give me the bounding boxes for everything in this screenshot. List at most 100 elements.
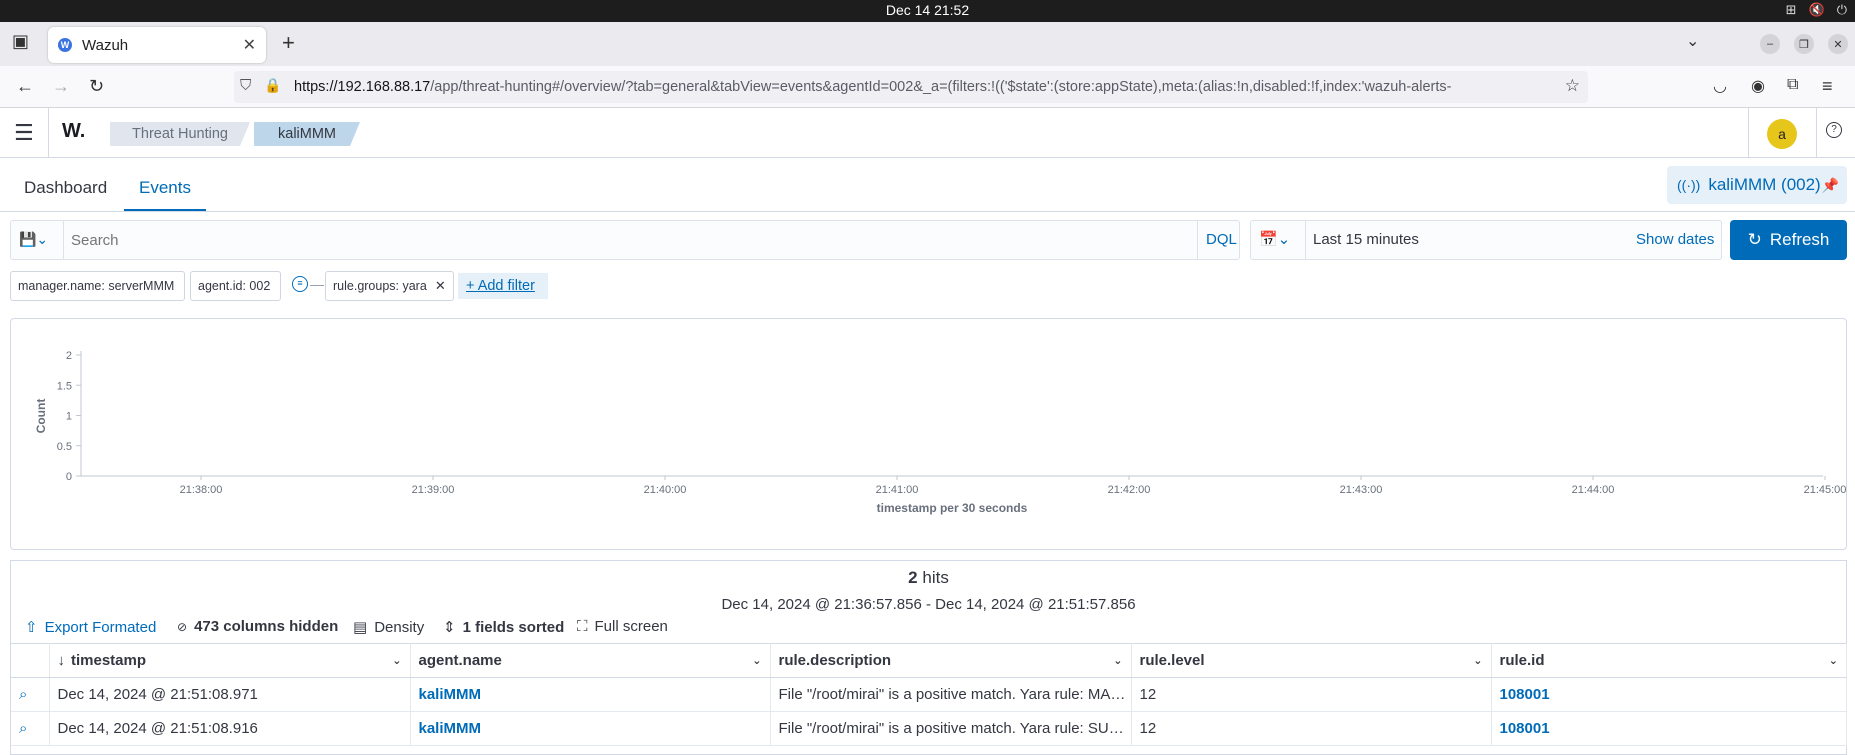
table-header-row: ↓ timestamp ⌄ agent.name ⌄ rule.descripti… xyxy=(11,643,1847,678)
chevron-down-icon[interactable]: ⌄ xyxy=(392,654,401,667)
refresh-label: Refresh xyxy=(1769,230,1830,249)
wazuh-logo[interactable]: W. xyxy=(62,120,85,143)
column-header-label: rule.description xyxy=(778,652,892,669)
cell-timestamp: Dec 14, 2024 @ 21:51:08.916 xyxy=(49,711,411,746)
system-tray[interactable]: ⊞ 🔇 ⏻ xyxy=(1786,2,1847,18)
volume-icon[interactable]: 🔇 xyxy=(1809,2,1825,18)
bookmark-star-icon[interactable]: ☆ xyxy=(1565,76,1580,96)
column-header-rule-description[interactable]: rule.description ⌄ xyxy=(770,643,1132,678)
filter-pill-rule-groups[interactable]: rule.groups: yara ✕ xyxy=(325,271,454,301)
calendar-icon[interactable]: 📅⌄ xyxy=(1259,230,1290,248)
tab-dashboard[interactable]: Dashboard xyxy=(24,178,107,198)
y-tick-label: 0 xyxy=(66,471,72,483)
tab-overview-icon[interactable]: ▣ xyxy=(12,31,29,52)
results-time-range: Dec 14, 2024 @ 21:36:57.856 - Dec 14, 20… xyxy=(721,596,1136,613)
wazuh-favicon-icon: W xyxy=(58,38,72,52)
chevron-down-icon[interactable]: ⌄ xyxy=(1473,654,1482,667)
account-icon[interactable]: ◉ xyxy=(1751,76,1765,96)
close-window-icon[interactable]: ✕ xyxy=(1828,34,1848,54)
hamburger-menu-icon[interactable]: ☰ xyxy=(14,120,34,146)
inspect-document-icon[interactable]: ⌕ xyxy=(11,711,50,746)
agent-pinned-pill[interactable]: ((·)) kaliMMM (002) 📌 xyxy=(1667,166,1847,204)
cell-rule-level: 12 xyxy=(1131,711,1492,746)
inspect-document-icon[interactable]: ⌕ xyxy=(11,677,50,712)
new-tab-icon[interactable]: + xyxy=(282,30,295,56)
extensions-icon[interactable]: ⧉ xyxy=(1787,76,1798,94)
browser-tab-title: Wazuh xyxy=(82,36,129,54)
column-header-timestamp[interactable]: ↓ timestamp ⌄ xyxy=(49,643,411,678)
x-tick-label: 21:42:00 xyxy=(1108,484,1151,496)
dql-toggle[interactable]: DQL xyxy=(1206,231,1237,248)
filter-pill-agent-id[interactable]: agent.id: 002 xyxy=(190,271,281,301)
os-clock: Dec 14 21:52 xyxy=(885,2,970,18)
cell-agent-name[interactable]: kaliMMM xyxy=(410,711,771,746)
add-filter-link[interactable]: + Add filter xyxy=(458,273,548,299)
pin-icon[interactable]: 📌 xyxy=(1822,177,1839,194)
breadcrumb-threat-hunting[interactable]: Threat Hunting xyxy=(110,122,250,146)
sort-fields-button[interactable]: ⇕ 1 fields sorted xyxy=(443,618,565,637)
cell-rule-id[interactable]: 108001 xyxy=(1491,711,1847,746)
restore-window-icon[interactable]: ❐ xyxy=(1794,34,1814,54)
density-button[interactable]: ▤ Density xyxy=(353,618,424,637)
cell-agent-name[interactable]: kaliMMM xyxy=(410,677,771,712)
search-input[interactable] xyxy=(71,227,1201,253)
url-text[interactable]: https://192.168.88.17/app/threat-hunting… xyxy=(294,79,1559,95)
hits-label: hits xyxy=(922,568,949,587)
column-header-agent-name[interactable]: agent.name ⌄ xyxy=(410,643,771,678)
breadcrumb-agent[interactable]: kaliMMM xyxy=(254,122,360,146)
list-tabs-chevron-down-icon[interactable]: ⌄ xyxy=(1686,31,1699,51)
filter-menu-icon[interactable]: ≡ xyxy=(292,276,308,292)
chevron-down-icon[interactable]: ⌄ xyxy=(752,654,761,667)
browser-nav-bar: ← → ↻ ⛉ 🔒 https://192.168.88.17/app/thre… xyxy=(0,66,1855,108)
chevron-down-icon[interactable]: ⌄ xyxy=(1829,654,1838,667)
saved-query-icon[interactable]: 💾⌄ xyxy=(19,231,48,248)
browser-tab-strip: ▣ W Wazuh ✕ + ⌄ – ❐ ✕ xyxy=(0,22,1855,66)
refresh-button[interactable]: ↻ Refresh xyxy=(1730,220,1847,260)
user-avatar[interactable]: a xyxy=(1767,119,1797,149)
column-header-label: timestamp xyxy=(71,652,147,669)
filter-pill-manager[interactable]: manager.name: serverMMM xyxy=(10,271,185,301)
full-screen-icon: ⛶ xyxy=(577,618,588,635)
agent-signal-icon: ((·)) xyxy=(1677,177,1701,193)
time-divider xyxy=(1305,221,1306,259)
menu-icon[interactable]: ≡ xyxy=(1822,76,1833,97)
power-icon[interactable]: ⏻ xyxy=(1837,2,1847,18)
cell-rule-id[interactable]: 108001 xyxy=(1491,677,1847,712)
chevron-down-icon[interactable]: ⌄ xyxy=(1113,654,1122,667)
shield-icon[interactable]: ⛉ xyxy=(240,77,251,94)
lock-icon[interactable]: 🔒 xyxy=(264,77,281,94)
export-formatted-button[interactable]: ⇧ Export Formated xyxy=(25,618,156,637)
column-header-rule-id[interactable]: rule.id ⌄ xyxy=(1491,643,1847,678)
column-header-label: agent.name xyxy=(418,652,502,669)
network-icon[interactable]: ⊞ xyxy=(1786,2,1797,18)
back-icon[interactable]: ← xyxy=(16,76,34,97)
sort-icon: ⇕ xyxy=(443,619,456,636)
hits-summary: 2 hits xyxy=(11,568,1846,588)
refresh-icon: ↻ xyxy=(1747,230,1762,249)
reload-icon[interactable]: ↻ xyxy=(89,76,104,97)
show-dates-link[interactable]: Show dates xyxy=(1636,231,1714,248)
header-control-column xyxy=(11,643,50,678)
help-icon[interactable]: ? xyxy=(1826,122,1842,138)
y-tick-label: 1 xyxy=(66,411,72,423)
column-header-rule-level[interactable]: rule.level ⌄ xyxy=(1131,643,1492,678)
header-divider-right xyxy=(1748,108,1749,158)
tab-events[interactable]: Events xyxy=(139,178,191,198)
column-header-label: rule.level xyxy=(1139,652,1205,669)
full-screen-button[interactable]: ⛶ Full screen xyxy=(577,618,668,635)
url-host: https://192.168.88.17 xyxy=(294,79,431,95)
time-range-label[interactable]: Last 15 minutes xyxy=(1313,231,1419,248)
close-tab-icon[interactable]: ✕ xyxy=(243,35,256,55)
sort-arrow-down-icon[interactable]: ↓ xyxy=(58,652,66,669)
remove-filter-icon[interactable]: ✕ xyxy=(435,278,446,294)
url-bar[interactable]: ⛉ 🔒 https://192.168.88.17/app/threat-hun… xyxy=(234,71,1588,103)
x-tick-label: 21:43:00 xyxy=(1340,484,1383,496)
sort-fields-label: 1 fields sorted xyxy=(462,618,565,636)
columns-hidden-button[interactable]: ⊘ 473 columns hidden xyxy=(177,618,338,635)
dql-divider xyxy=(1197,221,1198,259)
pocket-icon[interactable]: ◡ xyxy=(1713,76,1727,96)
minimize-window-icon[interactable]: – xyxy=(1760,34,1780,54)
forward-icon[interactable]: → xyxy=(52,76,70,97)
browser-tab-wazuh[interactable]: W Wazuh ✕ xyxy=(48,27,266,63)
header-divider xyxy=(48,108,49,158)
